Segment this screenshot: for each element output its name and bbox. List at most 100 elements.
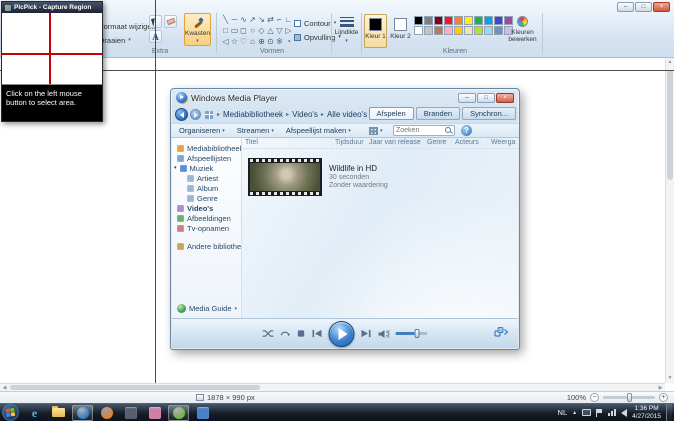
video-list-item[interactable]: Wildlife in HD 30 seconden Zonder waarde… — [248, 158, 388, 196]
minimize-button[interactable]: – — [617, 2, 634, 12]
media-guide-button[interactable]: Media Guide ▾ — [177, 304, 237, 313]
shape-tool-icon[interactable]: ※ — [275, 36, 284, 47]
palette-color-swatch[interactable] — [454, 16, 463, 25]
palette-color-swatch[interactable] — [454, 26, 463, 35]
shape-tool-icon[interactable]: ☆ — [230, 36, 239, 47]
palette-color-swatch[interactable] — [474, 26, 483, 35]
next-button[interactable] — [361, 329, 372, 338]
search-input[interactable] — [396, 127, 445, 134]
column-header-acteurs[interactable]: Acteurs — [452, 138, 488, 148]
taskbar-clock[interactable]: 1:36 PM 4/27/2015 — [632, 405, 661, 420]
palette-color-swatch[interactable] — [444, 16, 453, 25]
column-header-titel[interactable]: Titel — [242, 138, 332, 148]
volume-slider-thumb[interactable] — [414, 329, 420, 338]
horizontal-scrollbar-thumb[interactable] — [10, 385, 260, 390]
breadcrumb-item-mediabibliotheek[interactable]: Mediabibliotheek — [223, 110, 283, 119]
shape-tool-icon[interactable]: ↗ — [248, 14, 257, 25]
shape-tool-icon[interactable]: ─ — [230, 14, 239, 25]
close-button[interactable]: × — [653, 2, 670, 12]
shuffle-button[interactable] — [262, 329, 274, 338]
tab-synchron[interactable]: Synchron... — [462, 107, 516, 120]
shape-tool-icon[interactable]: ◻ — [239, 25, 248, 36]
firefox-icon[interactable] — [96, 405, 117, 421]
sidebar-item-tv-opnamen[interactable]: Tv-opnamen — [172, 223, 241, 233]
taskbar-app-icon-1[interactable] — [120, 405, 141, 421]
breadcrumb-item-alle-video-s[interactable]: Alle video's — [327, 110, 367, 119]
shape-tool-icon[interactable]: ○ — [248, 25, 257, 36]
wmp-minimize-button[interactable]: – — [458, 92, 476, 103]
column-header-jaar-van-release[interactable]: Jaar van release — [366, 138, 424, 148]
zoom-in-button[interactable]: + — [659, 393, 668, 402]
color1-button[interactable]: Kleur 1 — [364, 14, 387, 48]
action-center-flag-icon[interactable] — [596, 408, 603, 417]
sidebar-item-genre[interactable]: Genre — [172, 193, 241, 203]
shape-tool-icon[interactable]: ∟ — [284, 14, 293, 25]
ie-icon[interactable]: e — [24, 405, 45, 421]
palette-color-swatch[interactable] — [444, 26, 453, 35]
vertical-scrollbar-thumb[interactable] — [667, 70, 673, 180]
shape-tool-icon[interactable]: ∿ — [239, 14, 248, 25]
shape-tool-icon[interactable]: □ — [221, 25, 230, 36]
sidebar-item-video-s[interactable]: Video's — [172, 203, 241, 213]
shape-tool-icon[interactable]: ▷ — [284, 25, 293, 36]
palette-color-swatch[interactable] — [474, 16, 483, 25]
menu-streamen[interactable]: Streamen ▾ — [237, 126, 274, 135]
shape-tool-icon[interactable]: △ — [266, 25, 275, 36]
sidebar-item-afbeeldingen[interactable]: Afbeeldingen — [172, 213, 241, 223]
palette-color-swatch[interactable] — [484, 16, 493, 25]
shape-tool-icon[interactable]: ♡ — [239, 36, 248, 47]
forward-button[interactable] — [190, 109, 201, 120]
shape-tool-icon[interactable]: ◁ — [221, 36, 230, 47]
breadcrumb-item-video-s[interactable]: Video's — [292, 110, 318, 119]
mute-button[interactable] — [378, 329, 390, 339]
help-button[interactable]: ? — [461, 125, 472, 136]
shape-tool-icon[interactable]: ▽ — [275, 25, 284, 36]
shape-tool-icon[interactable]: ╲ — [221, 14, 230, 25]
paint-icon[interactable] — [144, 405, 165, 421]
column-header-weerga[interactable]: Weerga — [488, 138, 518, 148]
palette-color-swatch[interactable] — [434, 26, 443, 35]
play-button[interactable] — [328, 320, 355, 347]
palette-color-swatch[interactable] — [484, 26, 493, 35]
wmp-maximize-button[interactable]: □ — [477, 92, 495, 103]
shape-tool-icon[interactable]: ◇ — [257, 25, 266, 36]
sidebar-item-artiest[interactable]: Artiest — [172, 173, 241, 183]
shape-tool-icon[interactable]: ⊙ — [266, 36, 275, 47]
view-options-button[interactable]: ▾ — [369, 126, 383, 135]
start-button[interactable] — [2, 404, 19, 421]
scroll-up-icon[interactable]: ▲ — [666, 58, 674, 67]
vertical-scrollbar[interactable]: ▲ ▼ — [665, 58, 674, 383]
shape-tool-icon[interactable]: ⊕ — [257, 36, 266, 47]
scroll-down-icon[interactable]: ▼ — [666, 374, 674, 383]
shape-tool-icon[interactable]: ⌐ — [275, 14, 284, 25]
palette-color-swatch[interactable] — [434, 16, 443, 25]
show-desktop-button[interactable] — [666, 403, 672, 421]
menu-organiseren[interactable]: Organiseren ▾ — [179, 126, 225, 135]
wmp-titlebar[interactable]: Windows Media Player – □ × — [171, 89, 519, 106]
volume-slider[interactable] — [395, 329, 428, 338]
color2-button[interactable]: Kleur 2 — [389, 14, 412, 48]
palette-color-swatch[interactable] — [414, 16, 423, 25]
expander-icon[interactable]: ▾ — [174, 165, 177, 171]
brush-tool-button[interactable]: Kwasten ▾ — [184, 13, 211, 46]
palette-color-swatch[interactable] — [414, 26, 423, 35]
picpick-icon[interactable] — [168, 404, 189, 421]
tab-afspelen[interactable]: Afspelen — [368, 107, 414, 120]
shape-tool-icon[interactable]: ⌂ — [248, 36, 257, 47]
network-icon[interactable] — [608, 409, 617, 416]
edit-colors-button[interactable]: Kleuren bewerken — [506, 14, 539, 50]
maximize-button[interactable]: □ — [635, 2, 652, 12]
wmp-close-button[interactable]: × — [496, 92, 514, 103]
palette-color-swatch[interactable] — [464, 26, 473, 35]
sidebar-item-mediabibliotheek[interactable]: Mediabibliotheek — [172, 143, 241, 153]
taskbar-app-icon-2[interactable] — [192, 405, 213, 421]
menu-afspeellijst-maken[interactable]: Afspeellijst maken ▾ — [286, 126, 351, 135]
stop-button[interactable] — [297, 329, 306, 338]
shape-tool-icon[interactable]: ◔ — [284, 36, 293, 47]
eraser-tool-button[interactable] — [164, 15, 177, 28]
outline-button[interactable]: Contour ▾ — [294, 17, 336, 29]
line-width-button[interactable]: Lijndikte ▾ — [334, 15, 359, 53]
back-button[interactable] — [175, 108, 188, 121]
palette-color-swatch[interactable] — [424, 16, 433, 25]
shape-tool-icon[interactable]: ⇄ — [266, 14, 275, 25]
